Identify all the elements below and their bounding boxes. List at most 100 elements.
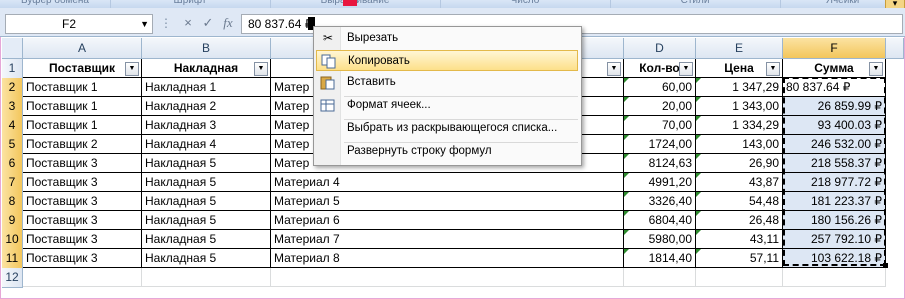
table-cell[interactable]: 57,11: [696, 249, 783, 268]
table-cell[interactable]: Поставщик 3: [23, 211, 142, 230]
table-cell[interactable]: Накладная 3: [142, 116, 271, 135]
table-cell[interactable]: Поставщик 1: [23, 116, 142, 135]
insert-function-icon[interactable]: fx: [220, 14, 236, 32]
table-cell[interactable]: Накладная 5: [142, 154, 271, 173]
column-header-a[interactable]: A: [23, 38, 142, 59]
filter-dropdown-icon[interactable]: ▼: [869, 62, 883, 76]
table-cell[interactable]: Накладная 5: [142, 211, 271, 230]
ribbon-group-number[interactable]: Число: [440, 0, 611, 8]
table-cell[interactable]: 103 622.18 ₽: [783, 249, 886, 268]
fill-handle[interactable]: [883, 263, 888, 268]
filter-dropdown-icon[interactable]: ▼: [607, 62, 621, 76]
table-cell[interactable]: Поставщик 3: [23, 249, 142, 268]
table-cell[interactable]: Материал 7: [271, 230, 624, 249]
table-cell[interactable]: Поставщик 3: [23, 173, 142, 192]
menu-item-cut[interactable]: ✂ Вырезать: [316, 28, 578, 49]
column-header-e[interactable]: E: [696, 38, 783, 59]
empty-cell[interactable]: [142, 268, 271, 287]
table-cell[interactable]: 26,48: [696, 211, 783, 230]
table-cell[interactable]: 70,00: [624, 116, 696, 135]
column-header-f[interactable]: F: [783, 38, 886, 59]
row-header-3[interactable]: 3: [2, 97, 23, 117]
table-cell[interactable]: Материал 5: [271, 192, 624, 211]
table-cell[interactable]: 143,00: [696, 135, 783, 154]
table-cell[interactable]: 3326,40: [624, 192, 696, 211]
row-header-7[interactable]: 7: [2, 173, 23, 193]
table-cell[interactable]: 80 837.64 ₽: [783, 78, 886, 97]
table-cell[interactable]: 1 334,29: [696, 116, 783, 135]
row-header-1[interactable]: 1: [2, 59, 23, 79]
ribbon-group-font[interactable]: Шрифт: [110, 0, 271, 8]
table-cell[interactable]: 43,87: [696, 173, 783, 192]
table-cell[interactable]: Накладная 5: [142, 192, 271, 211]
table-cell[interactable]: 43,11: [696, 230, 783, 249]
filter-dropdown-icon[interactable]: ▼: [679, 62, 693, 76]
column-header-d[interactable]: D: [624, 38, 696, 59]
select-all-corner[interactable]: [2, 38, 23, 59]
formula-bar-grip[interactable]: ⋮: [160, 14, 172, 32]
table-cell[interactable]: 246 532.00 ₽: [783, 135, 886, 154]
row-header-12[interactable]: 12: [2, 268, 23, 288]
table-cell[interactable]: 1724,00: [624, 135, 696, 154]
table-cell[interactable]: Поставщик 3: [23, 230, 142, 249]
menu-item-pick-from-list[interactable]: Выбрать из раскрывающегося списка...: [316, 118, 578, 139]
table-cell[interactable]: Поставщик 2: [23, 135, 142, 154]
table-cell[interactable]: Материал 6: [271, 211, 624, 230]
chevron-down-icon[interactable]: ▼: [140, 15, 149, 33]
table-cell[interactable]: 8124,63: [624, 154, 696, 173]
empty-cell[interactable]: [271, 268, 624, 287]
table-cell[interactable]: Накладная 4: [142, 135, 271, 154]
enter-icon[interactable]: ✓: [200, 14, 216, 32]
empty-cell[interactable]: [624, 268, 696, 287]
filter-dropdown-icon[interactable]: ▼: [254, 62, 268, 76]
row-header-11[interactable]: 11: [2, 249, 23, 269]
menu-item-paste[interactable]: Вставить: [316, 72, 578, 93]
table-cell[interactable]: Поставщик 3: [23, 192, 142, 211]
table-cell[interactable]: 6804,40: [624, 211, 696, 230]
table-cell[interactable]: 181 223.37 ₽: [783, 192, 886, 211]
table-cell[interactable]: 1814,40: [624, 249, 696, 268]
table-cell[interactable]: 180 156.26 ₽: [783, 211, 886, 230]
table-cell[interactable]: Накладная 5: [142, 230, 271, 249]
row-header-5[interactable]: 5: [2, 135, 23, 155]
table-header-cell[interactable]: Накладная: [142, 59, 271, 78]
table-cell[interactable]: 1 347,29: [696, 78, 783, 97]
table-cell[interactable]: 5980,00: [624, 230, 696, 249]
table-cell[interactable]: Накладная 5: [142, 173, 271, 192]
table-cell[interactable]: Материал 4: [271, 173, 624, 192]
table-cell[interactable]: Поставщик 1: [23, 97, 142, 116]
row-header-2[interactable]: 2: [2, 78, 23, 98]
name-box[interactable]: F2 ▼: [5, 14, 153, 34]
table-cell[interactable]: 257 792.10 ₽: [783, 230, 886, 249]
table-cell[interactable]: Поставщик 1: [23, 78, 142, 97]
empty-cell[interactable]: [696, 268, 783, 287]
menu-item-expand-formula-bar[interactable]: Развернуть строку формул: [316, 141, 578, 162]
filter-dropdown-icon[interactable]: ▼: [125, 62, 139, 76]
table-cell[interactable]: Материал 8: [271, 249, 624, 268]
table-cell[interactable]: 20,00: [624, 97, 696, 116]
table-cell[interactable]: 60,00: [624, 78, 696, 97]
table-cell[interactable]: 26,90: [696, 154, 783, 173]
cancel-icon[interactable]: ×: [180, 14, 196, 32]
row-header-4[interactable]: 4: [2, 116, 23, 136]
row-header-6[interactable]: 6: [2, 154, 23, 174]
table-cell[interactable]: 218 977.72 ₽: [783, 173, 886, 192]
table-cell[interactable]: 218 558.37 ₽: [783, 154, 886, 173]
table-cell[interactable]: 1 343,00: [696, 97, 783, 116]
row-header-10[interactable]: 10: [2, 230, 23, 250]
table-cell[interactable]: Поставщик 3: [23, 154, 142, 173]
table-cell[interactable]: Накладная 1: [142, 78, 271, 97]
table-cell[interactable]: Накладная 5: [142, 249, 271, 268]
column-header-b[interactable]: B: [142, 38, 271, 59]
row-header-8[interactable]: 8: [2, 192, 23, 212]
table-cell[interactable]: 54,48: [696, 192, 783, 211]
table-cell[interactable]: 93 400.03 ₽: [783, 116, 886, 135]
filter-dropdown-icon[interactable]: ▼: [766, 62, 780, 76]
ribbon-group-clipboard[interactable]: Буфер обмена: [0, 0, 111, 8]
table-cell[interactable]: 26 859.99 ₽: [783, 97, 886, 116]
table-cell[interactable]: 4991,20: [624, 173, 696, 192]
menu-item-copy[interactable]: Копировать: [316, 50, 578, 71]
row-header-9[interactable]: 9: [2, 211, 23, 231]
ribbon-group-styles[interactable]: Стили: [610, 0, 781, 8]
menu-item-format-cells[interactable]: Формат ячеек...: [316, 95, 578, 116]
